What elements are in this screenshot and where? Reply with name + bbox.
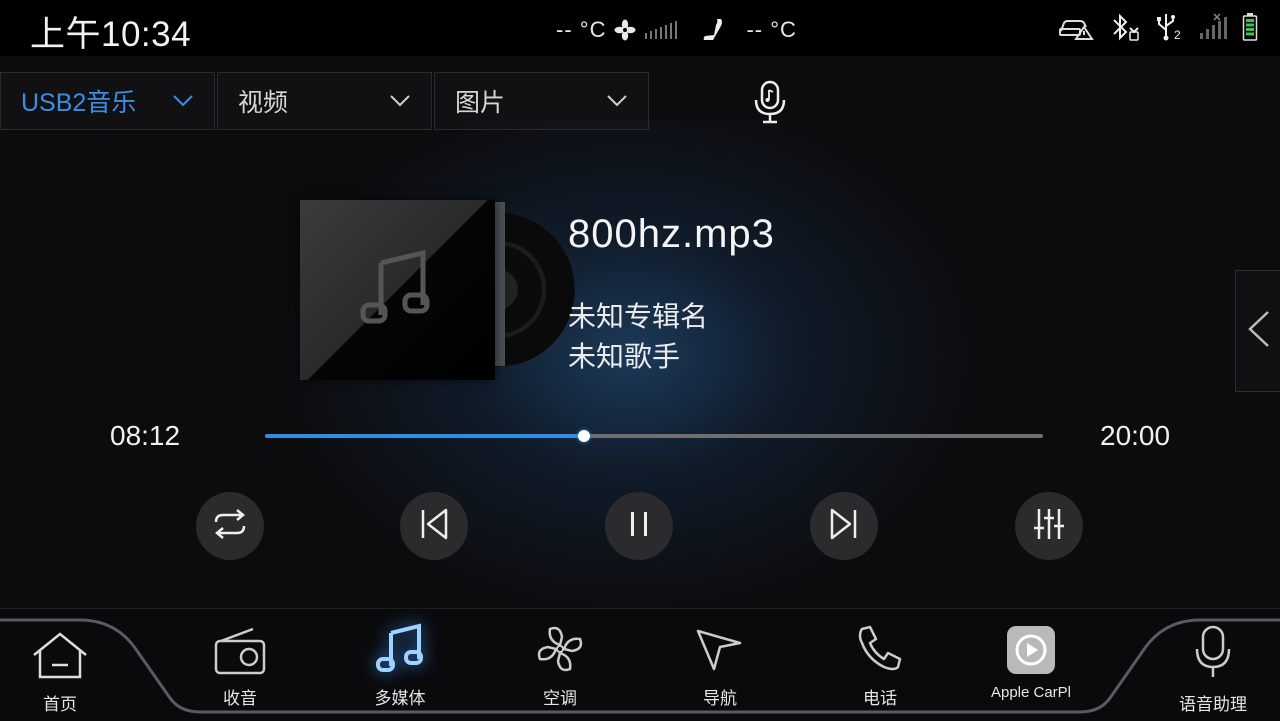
music-icon — [373, 621, 427, 680]
battery-icon — [1242, 12, 1258, 42]
album-art — [300, 200, 575, 382]
voice-music-icon[interactable] — [752, 80, 788, 129]
signal-icon — [1198, 13, 1228, 41]
dock-label: Apple CarPl — [990, 684, 1072, 701]
dock-label: 收音 — [223, 689, 257, 708]
pause-icon — [627, 509, 651, 544]
chevron-down-icon — [389, 94, 411, 108]
status-bar: 上午10:34 -- °C -- °C 2 — [0, 0, 1280, 56]
bluetooth-icon — [1108, 12, 1140, 42]
music-note-icon — [353, 243, 443, 338]
carplay-icon — [1006, 625, 1056, 680]
tab-video[interactable]: 视频 — [217, 72, 432, 130]
chevron-down-icon — [172, 94, 194, 108]
tab-label: 视频 — [238, 89, 289, 117]
dock-label: 首页 — [43, 695, 77, 714]
dock-label: 空调 — [543, 689, 577, 708]
usb-icon: 2 — [1154, 12, 1184, 42]
dock-navigation[interactable]: 导航 — [665, 618, 775, 714]
dock-climate[interactable]: 空调 — [505, 618, 615, 714]
source-tabs: USB2音乐 视频 图片 — [0, 72, 651, 132]
clock: 上午10:34 — [30, 15, 192, 54]
tab-usb-music[interactable]: USB2音乐 — [0, 72, 215, 130]
dock-media[interactable]: 多媒体 — [345, 618, 455, 714]
dock-label: 语音助理 — [1179, 695, 1247, 714]
seat-heat-icon — [700, 16, 728, 44]
equalizer-icon — [1031, 506, 1067, 547]
fan-icon — [614, 19, 636, 41]
current-time: 08:12 — [110, 420, 181, 451]
chevron-left-icon — [1244, 309, 1272, 354]
repeat-icon — [210, 508, 250, 545]
progress-fill — [265, 434, 584, 438]
progress-knob[interactable] — [577, 430, 590, 442]
navigation-icon — [694, 623, 746, 680]
radio-icon — [213, 627, 267, 680]
next-button[interactable] — [810, 492, 878, 560]
pause-button[interactable] — [605, 492, 673, 560]
dock-label: 电话 — [863, 689, 897, 708]
system-icons: 2 — [1058, 12, 1258, 42]
phone-icon — [854, 623, 906, 680]
next-icon — [826, 506, 862, 547]
temp-left: -- °C — [556, 17, 607, 42]
dock-phone[interactable]: 电话 — [825, 618, 935, 714]
tab-label: 图片 — [455, 89, 506, 117]
repeat-button[interactable] — [196, 492, 264, 560]
side-panel-toggle[interactable] — [1235, 270, 1280, 392]
tab-pictures[interactable]: 图片 — [434, 72, 649, 130]
temp-right: -- °C — [746, 17, 797, 42]
chevron-down-icon — [606, 94, 628, 108]
previous-icon — [416, 506, 452, 547]
dock-radio[interactable]: 收音 — [185, 618, 295, 714]
dock-label: 多媒体 — [374, 689, 426, 708]
car-alert-icon — [1058, 13, 1094, 41]
artist-name: 未知歌手 — [568, 341, 681, 372]
dock-home[interactable]: 首页 — [5, 624, 115, 720]
progress-bar[interactable] — [265, 430, 1043, 442]
usb-index: 2 — [1174, 28, 1181, 42]
microphone-icon — [1193, 625, 1233, 686]
album-name: 未知专辑名 — [568, 301, 709, 332]
climate-status: -- °C -- °C — [556, 14, 797, 46]
tab-label: USB2音乐 — [21, 89, 137, 117]
total-time: 20:00 — [1100, 420, 1171, 451]
dock-voice-assistant[interactable]: 语音助理 — [1158, 624, 1268, 720]
home-icon — [30, 631, 90, 686]
previous-button[interactable] — [400, 492, 468, 560]
fan-icon — [534, 623, 586, 680]
fan-level-icon — [644, 19, 678, 41]
dock-label: 导航 — [703, 689, 737, 708]
track-title: 800hz.mp3 — [568, 212, 775, 256]
equalizer-button[interactable] — [1015, 492, 1083, 560]
dock-carplay[interactable]: Apple CarPl — [975, 618, 1087, 714]
album-cover — [300, 200, 495, 380]
